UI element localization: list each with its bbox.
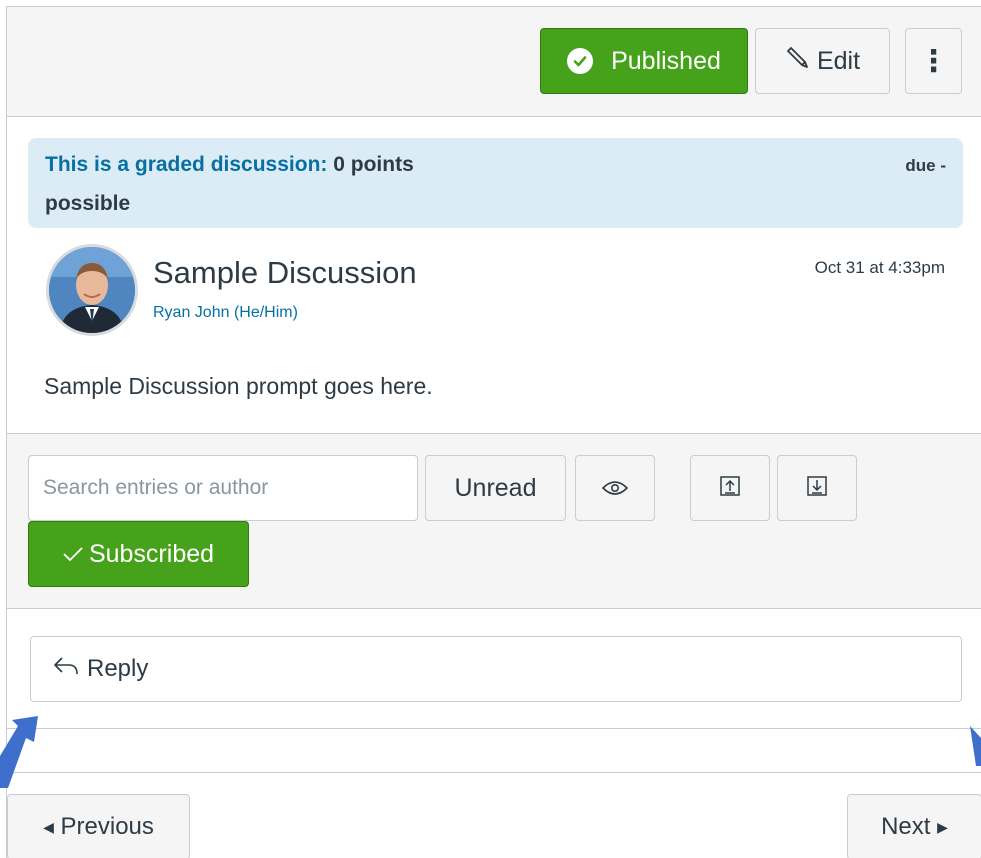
mark-read-button[interactable] bbox=[575, 455, 655, 521]
published-button[interactable]: Published bbox=[540, 28, 748, 94]
download-arrow-icon bbox=[807, 474, 827, 503]
next-label: Next bbox=[881, 813, 931, 840]
due-date: due - bbox=[905, 156, 946, 175]
discussion-toolbar: Published Edit ⋮ bbox=[7, 7, 981, 117]
next-button[interactable]: Next ▶ bbox=[847, 794, 981, 858]
points-possible: 0 points bbox=[333, 153, 414, 176]
unread-label: Unread bbox=[454, 473, 537, 502]
expand-threads-button[interactable] bbox=[777, 455, 857, 521]
reply-arrow-icon bbox=[53, 655, 79, 684]
search-input[interactable] bbox=[28, 455, 418, 521]
discussion-title: Sample Discussion bbox=[153, 255, 417, 290]
graded-intro-text: This is a graded discussion: bbox=[45, 153, 328, 176]
points-suffix: possible bbox=[45, 192, 131, 215]
check-circle-icon bbox=[567, 48, 594, 74]
checkmark-icon bbox=[63, 540, 83, 569]
section-divider bbox=[7, 728, 981, 729]
discussion-filter-bar: Unread Subscribed bbox=[7, 433, 981, 609]
subscribed-button[interactable]: Subscribed bbox=[28, 521, 249, 587]
more-options-button[interactable]: ⋮ bbox=[905, 28, 962, 94]
unread-button[interactable]: Unread bbox=[425, 455, 566, 521]
previous-label: Previous bbox=[60, 813, 154, 840]
published-label: Published bbox=[611, 46, 721, 75]
collapse-threads-button[interactable] bbox=[690, 455, 770, 521]
reply-label: Reply bbox=[87, 655, 149, 682]
previous-button[interactable]: ◀ Previous bbox=[7, 794, 190, 858]
annotation-arrow-right-icon bbox=[970, 726, 981, 766]
edit-label: Edit bbox=[816, 46, 861, 75]
post-timestamp: Oct 31 at 4:33pm bbox=[814, 258, 945, 277]
subscribed-label: Subscribed bbox=[88, 539, 215, 568]
caret-right-icon: ▶ bbox=[937, 818, 948, 835]
graded-intro: This is a graded discussion: 0 points bbox=[45, 153, 414, 177]
section-divider bbox=[7, 772, 981, 773]
annotation-arrow-left-icon bbox=[0, 716, 38, 788]
reply-button[interactable]: Reply bbox=[30, 636, 962, 702]
pencil-icon bbox=[785, 45, 811, 78]
author-link[interactable]: Ryan John (He/Him) bbox=[153, 304, 298, 322]
upload-arrow-icon bbox=[720, 474, 740, 503]
edit-button[interactable]: Edit bbox=[755, 28, 890, 94]
discussion-panel: Published Edit ⋮ This is a graded discus… bbox=[6, 6, 981, 858]
kebab-icon: ⋮ bbox=[918, 44, 949, 78]
caret-left-icon: ◀ bbox=[43, 818, 54, 835]
graded-discussion-banner: This is a graded discussion: 0 points po… bbox=[28, 138, 963, 228]
avatar[interactable] bbox=[46, 244, 138, 336]
discussion-prompt: Sample Discussion prompt goes here. bbox=[44, 373, 433, 399]
eye-icon bbox=[601, 474, 629, 503]
